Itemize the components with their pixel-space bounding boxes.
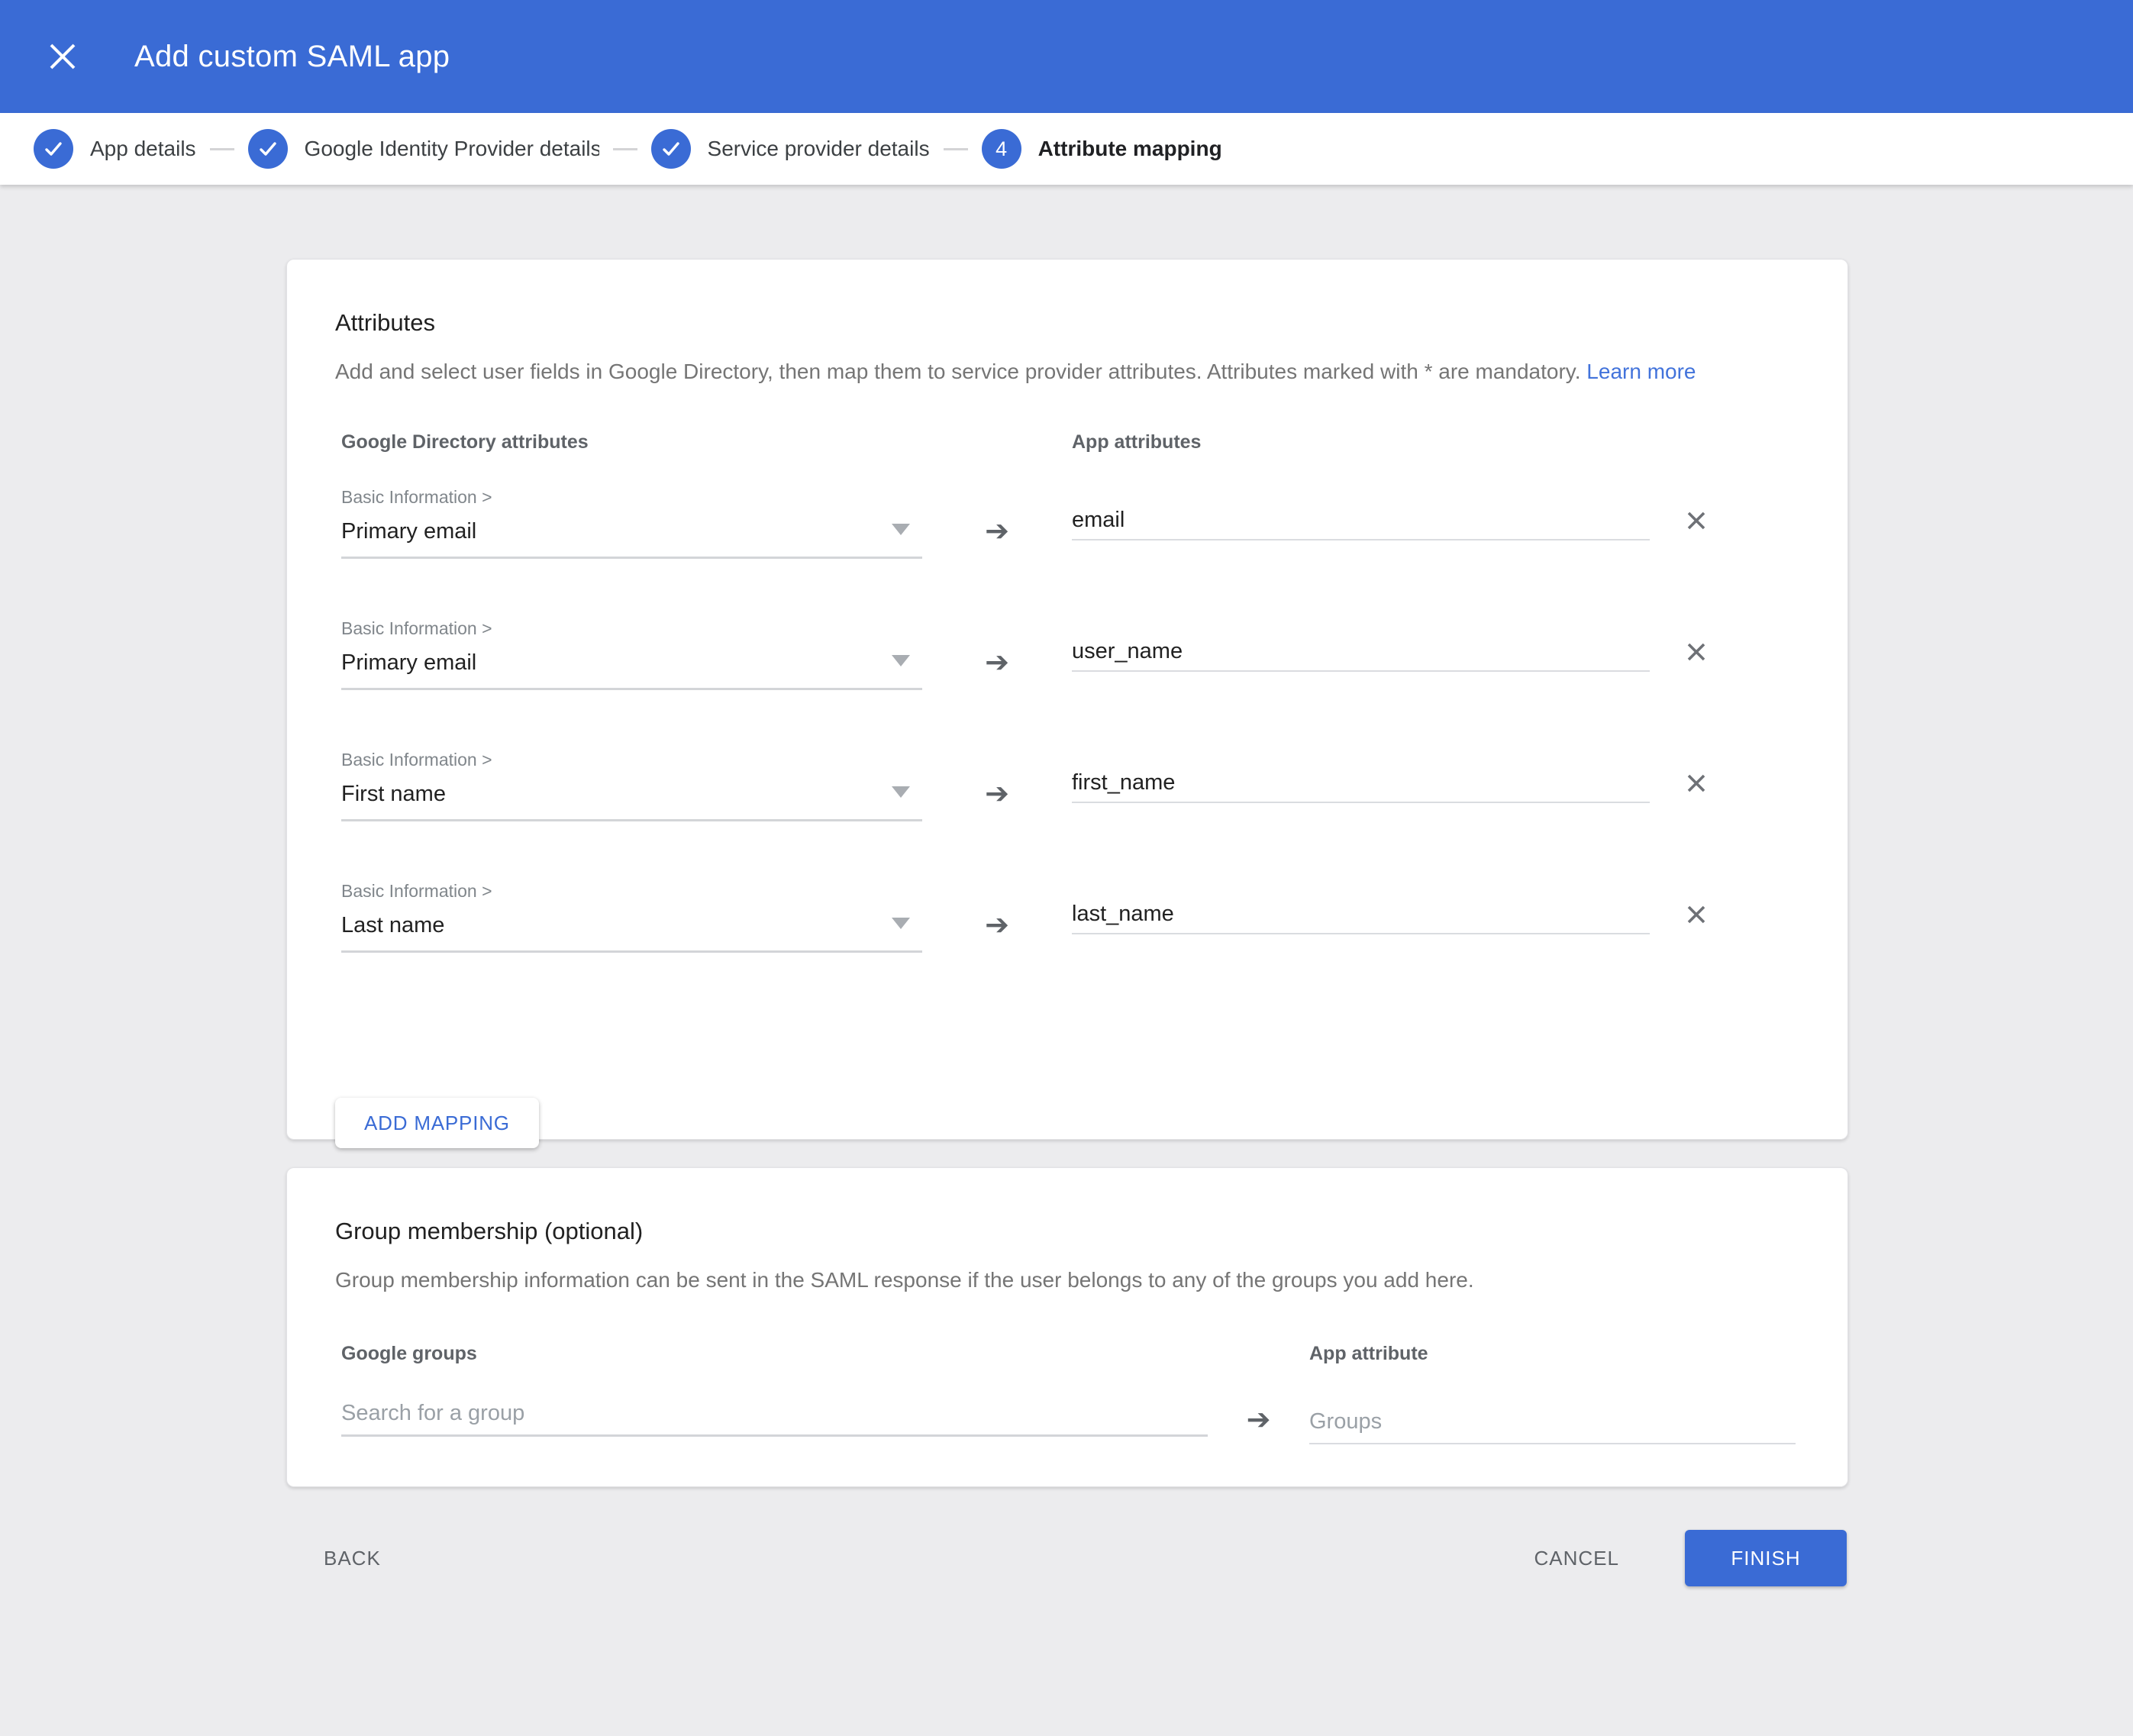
dropdown-arrow-icon — [892, 918, 910, 929]
step-connector — [210, 148, 234, 150]
app-attribute-input[interactable] — [1072, 632, 1650, 672]
remove-mapping-button[interactable] — [1683, 902, 1709, 928]
mapping-row: Basic Information > Last name ➔ — [341, 881, 1802, 953]
attributes-card-title: Attributes — [335, 308, 1802, 337]
mapping-row: Basic Information > Primary email ➔ — [341, 487, 1802, 559]
dropdown-arrow-icon — [892, 786, 910, 798]
app-attribute-header: App attribute — [1309, 1342, 1796, 1365]
mapping-row: Basic Information > First name ➔ — [341, 750, 1802, 821]
directory-attribute-select[interactable]: Basic Information > Last name — [341, 881, 922, 953]
directory-attribute-value: Primary email — [341, 516, 922, 547]
app-attributes-header: App attributes — [1072, 431, 1650, 453]
group-membership-card: Group membership (optional) Group member… — [286, 1167, 1848, 1487]
remove-x-icon — [1683, 770, 1709, 796]
step-4-number: 4 — [996, 137, 1007, 161]
mapping-column-headers: Google Directory attributes App attribut… — [341, 431, 1802, 453]
learn-more-link[interactable]: Learn more — [1586, 360, 1696, 383]
attribute-category-label: Basic Information > — [341, 487, 922, 507]
app-attribute-input[interactable] — [1072, 763, 1650, 803]
step-connector — [944, 148, 968, 150]
remove-x-icon — [1683, 508, 1709, 534]
finish-button[interactable]: FINISH — [1685, 1530, 1847, 1586]
attributes-card-description: Add and select user fields in Google Dir… — [335, 359, 1802, 385]
dialog-body: Attributes Add and select user fields in… — [0, 185, 2133, 1586]
dialog-footer: BACK CANCEL FINISH — [0, 1530, 2133, 1586]
add-mapping-button[interactable]: ADD MAPPING — [335, 1098, 539, 1148]
stepper: App details Google Identity Provider det… — [0, 113, 2133, 185]
directory-attribute-select[interactable]: Basic Information > Primary email — [341, 487, 922, 559]
directory-attribute-value: Primary email — [341, 647, 922, 678]
step-3-label: Service provider details — [708, 137, 930, 161]
check-icon — [42, 137, 65, 160]
group-column-headers: Google groups App attribute — [341, 1342, 1802, 1365]
attributes-card: Attributes Add and select user fields in… — [286, 259, 1848, 1140]
mapping-rows: Basic Information > Primary email ➔ — [335, 487, 1802, 953]
attribute-category-label: Basic Information > — [341, 881, 922, 901]
step-4-circle: 4 — [982, 129, 1021, 169]
mapping-row: Basic Information > Primary email ➔ — [341, 618, 1802, 690]
arrow-right-icon: ➔ — [1247, 1405, 1271, 1435]
back-button[interactable]: BACK — [324, 1547, 381, 1570]
app-attribute-input[interactable] — [1072, 895, 1650, 934]
attribute-category-label: Basic Information > — [341, 618, 922, 638]
cancel-button[interactable]: CANCEL — [1534, 1547, 1619, 1570]
close-x-glyph — [47, 40, 79, 73]
google-groups-header: Google groups — [341, 1342, 1208, 1365]
directory-attribute-value: First name — [341, 779, 922, 809]
dropdown-arrow-icon — [892, 655, 910, 666]
step-1-circle — [34, 129, 73, 169]
step-connector — [613, 148, 637, 150]
app-attribute-input[interactable] — [1072, 501, 1650, 540]
step-3-circle — [651, 129, 691, 169]
check-icon — [257, 137, 279, 160]
remove-mapping-button[interactable] — [1683, 770, 1709, 796]
step-app-details[interactable]: App details — [34, 129, 196, 169]
group-card-description: Group membership information can be sent… — [335, 1267, 1802, 1293]
remove-x-icon — [1683, 639, 1709, 665]
dialog-header: Add custom SAML app — [0, 0, 2133, 113]
step-1-label: App details — [90, 137, 196, 161]
group-card-title: Group membership (optional) — [335, 1217, 1802, 1246]
dropdown-arrow-icon — [892, 524, 910, 535]
directory-attribute-value: Last name — [341, 910, 922, 941]
close-icon[interactable] — [38, 32, 87, 81]
step-service-provider-details[interactable]: Service provider details — [651, 129, 930, 169]
dialog-title: Add custom SAML app — [134, 40, 450, 74]
arrow-right-icon: ➔ — [985, 910, 1009, 941]
arrow-right-icon: ➔ — [985, 779, 1009, 809]
group-mapping-row: ➔ — [341, 1392, 1802, 1444]
step-2-circle — [248, 129, 288, 169]
attributes-description-text: Add and select user fields in Google Dir… — [335, 360, 1581, 383]
directory-attribute-select[interactable]: Basic Information > Primary email — [341, 618, 922, 690]
step-attribute-mapping[interactable]: 4 Attribute mapping — [982, 129, 1222, 169]
step-2-label: Google Identity Provider details — [305, 137, 599, 161]
attribute-category-label: Basic Information > — [341, 750, 922, 770]
google-directory-attributes-header: Google Directory attributes — [341, 431, 922, 453]
arrow-right-icon: ➔ — [985, 647, 1009, 678]
step-4-label: Attribute mapping — [1038, 137, 1222, 161]
step-google-idp-details[interactable]: Google Identity Provider details — [248, 129, 599, 169]
check-icon — [660, 137, 682, 160]
arrow-right-icon: ➔ — [985, 516, 1009, 547]
add-custom-saml-app-dialog: Add custom SAML app App details Google I… — [0, 0, 2133, 1736]
remove-mapping-button[interactable] — [1683, 508, 1709, 534]
remove-x-icon — [1683, 902, 1709, 928]
group-search-input[interactable] — [341, 1392, 1208, 1437]
remove-mapping-button[interactable] — [1683, 639, 1709, 665]
groups-app-attribute-input[interactable] — [1309, 1400, 1796, 1444]
directory-attribute-select[interactable]: Basic Information > First name — [341, 750, 922, 821]
